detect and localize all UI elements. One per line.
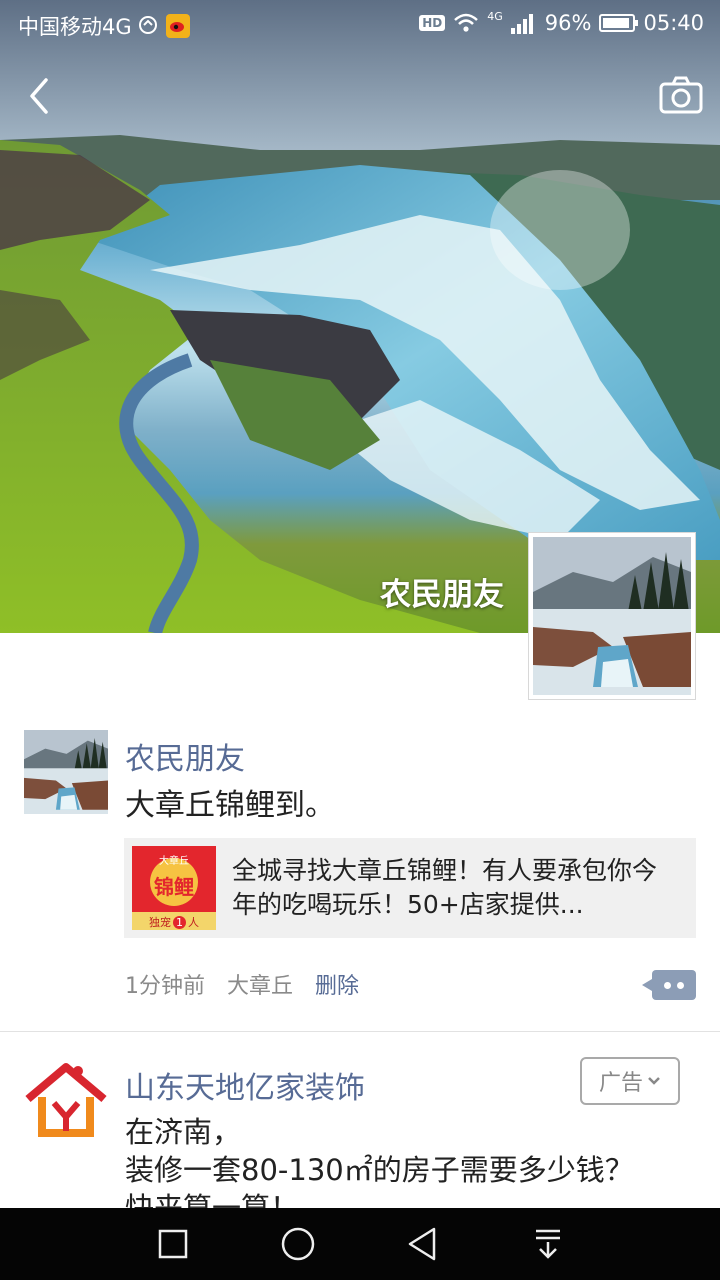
notification-pull-button[interactable] bbox=[523, 1219, 573, 1269]
more-dot-icon bbox=[664, 982, 671, 989]
link-title: 全城寻找大章丘锦鲤！有人要承包你今年的吃喝玩乐！50+店家提供... bbox=[232, 856, 658, 919]
square-icon bbox=[158, 1229, 187, 1259]
post-author-name[interactable]: 农民朋友 bbox=[125, 734, 245, 778]
thumb-num: 1 bbox=[173, 916, 186, 929]
advertiser-name[interactable]: 山东天地亿家装饰 bbox=[125, 1063, 365, 1107]
more-dot-icon bbox=[677, 982, 684, 989]
delete-button[interactable]: 删除 bbox=[315, 968, 359, 1000]
data-sync-icon bbox=[138, 16, 157, 34]
post-text: 大章丘锦鲤到。 bbox=[125, 788, 335, 823]
status-bar: 中国移动4G HD 4G 96% 05:40 bbox=[0, 0, 720, 50]
wifi-icon bbox=[454, 13, 479, 32]
shared-link-card[interactable]: 大章丘 锦鲤 独宠 1 人 全城寻找大章丘锦鲤！有人要承包你今年的吃喝玩乐！50+店… bbox=[124, 838, 696, 938]
carrier-label: 中国移动4G bbox=[18, 15, 132, 39]
thumb-bottom-row: 独宠 1 人 bbox=[132, 914, 216, 930]
back-button[interactable] bbox=[20, 72, 60, 120]
avatar-landscape-image bbox=[24, 730, 108, 814]
moment-ad-post: 山东天地亿家装饰 广告 在济南， 装修一套80-130㎡的房子需要多少钱？ 快来… bbox=[0, 1033, 720, 1209]
avatar-landscape-image bbox=[533, 537, 691, 695]
weibo-icon bbox=[165, 14, 190, 38]
network-type: 4G bbox=[487, 9, 503, 23]
chevron-down-icon bbox=[648, 1077, 660, 1085]
signal-icon bbox=[510, 14, 533, 34]
thumb-main-text: 锦鲤 bbox=[154, 875, 194, 899]
home-button[interactable] bbox=[273, 1219, 323, 1269]
post-time: 1分钟前 bbox=[125, 974, 205, 999]
moment-post: 农民朋友 大章丘锦鲤到。 大章丘 锦鲤 独宠 1 人 全城寻找大章丘锦鲤！有人要承包… bbox=[0, 730, 720, 1032]
post-meta: 1分钟前 大章丘 删除 bbox=[125, 968, 359, 1000]
battery-percent: 96% bbox=[544, 11, 592, 35]
post-location[interactable]: 大章丘 bbox=[227, 968, 293, 1000]
triangle-back-icon bbox=[408, 1227, 435, 1261]
link-thumbnail: 大章丘 锦鲤 独宠 1 人 bbox=[132, 846, 216, 930]
camera-icon bbox=[659, 76, 703, 114]
house-logo-icon bbox=[24, 1059, 108, 1143]
system-navigation-bar bbox=[0, 1208, 720, 1280]
hd-badge: HD bbox=[419, 15, 446, 31]
recent-apps-button[interactable] bbox=[148, 1219, 198, 1269]
thumb-unit: 人 bbox=[188, 916, 199, 929]
thumb-bottom-text: 独宠 bbox=[149, 916, 171, 929]
ad-badge-button[interactable]: 广告 bbox=[580, 1057, 680, 1105]
ad-text-line: 装修一套80-130㎡的房子需要多少钱？ bbox=[125, 1153, 634, 1187]
back-arrow-icon bbox=[30, 78, 48, 114]
post-avatar[interactable] bbox=[24, 730, 108, 814]
comment-button[interactable] bbox=[642, 970, 696, 1000]
ad-text-line: 在济南， bbox=[125, 1115, 242, 1149]
pull-down-icon bbox=[535, 1229, 560, 1259]
cover-user-name[interactable]: 农民朋友 bbox=[380, 569, 504, 614]
ad-label: 广告 bbox=[598, 1071, 643, 1096]
circle-icon bbox=[281, 1227, 314, 1261]
clock: 05:40 bbox=[643, 11, 704, 35]
camera-button[interactable] bbox=[658, 74, 704, 116]
ad-text-line: 快来算一算！ bbox=[125, 1191, 300, 1209]
advertiser-logo[interactable] bbox=[24, 1059, 108, 1143]
battery-icon bbox=[599, 14, 639, 32]
ad-text: 在济南， 装修一套80-130㎡的房子需要多少钱？ 快来算一算！ bbox=[125, 1113, 634, 1209]
thumb-top-text: 大章丘 bbox=[159, 856, 189, 867]
nav-back-button[interactable] bbox=[398, 1219, 448, 1269]
profile-avatar[interactable] bbox=[528, 532, 696, 700]
